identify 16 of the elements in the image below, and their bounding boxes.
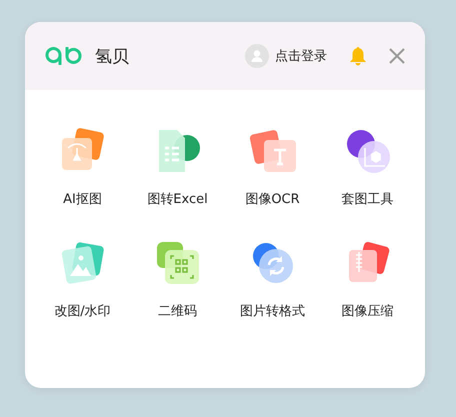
tool-button[interactable]: 套图工具 [320, 126, 415, 208]
bell-icon [349, 46, 367, 66]
close-icon [389, 48, 405, 64]
brand-name: 氢贝 [95, 46, 129, 68]
avatar-icon [245, 44, 269, 68]
login-button[interactable]: 点击登录 [245, 44, 327, 68]
logo-icon [45, 47, 83, 65]
tool-button[interactable]: 图转Excel [130, 126, 225, 208]
tool-button[interactable]: 二维码 [130, 238, 225, 320]
tool-button[interactable]: 改图/水印 [35, 238, 130, 320]
tool-button[interactable]: 图片转格式 [225, 238, 320, 320]
tool-button[interactable]: 图像OCR [225, 126, 320, 208]
close-button[interactable] [389, 48, 405, 64]
tool-button[interactable]: 图像压缩 [320, 238, 415, 320]
tool-button[interactable]: AI抠图 [35, 126, 130, 208]
notification-button[interactable] [349, 46, 367, 66]
